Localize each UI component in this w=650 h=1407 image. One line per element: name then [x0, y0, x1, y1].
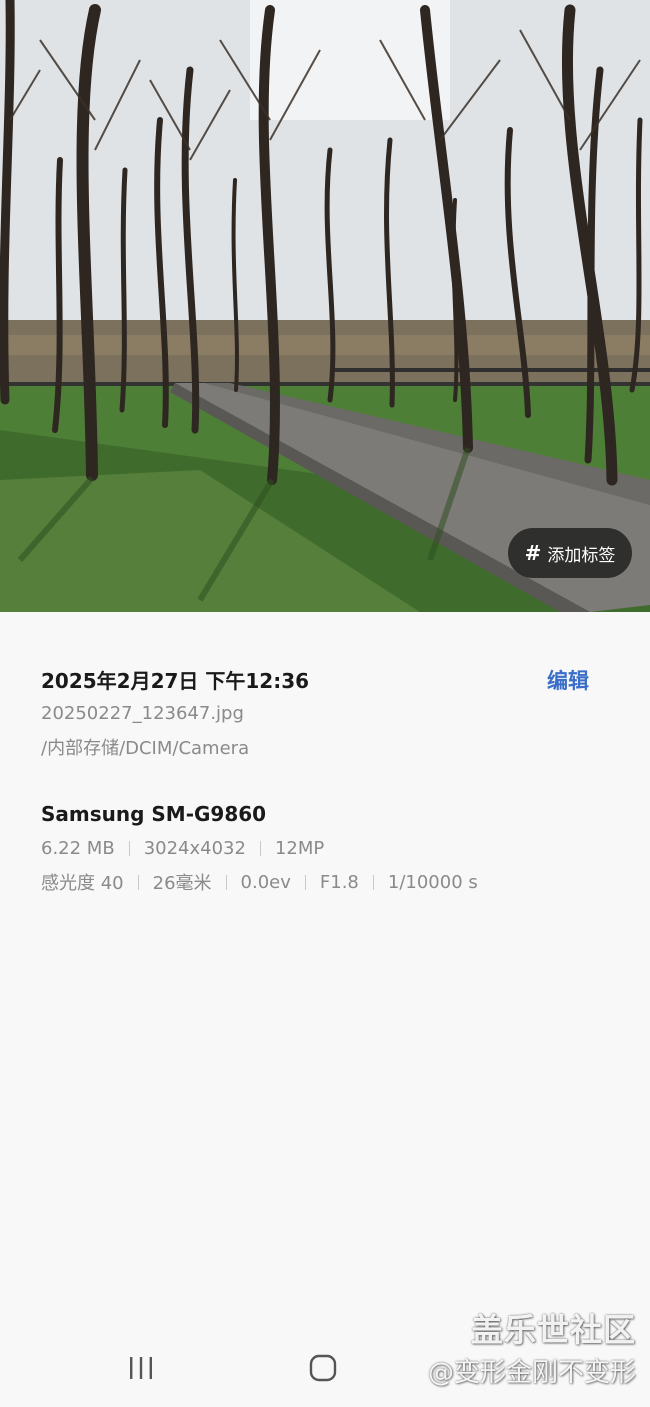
divider	[372, 874, 374, 890]
aperture-value: F1.8	[319, 871, 359, 893]
divider	[128, 841, 130, 856]
edit-button[interactable]: 编辑	[547, 665, 589, 695]
file-path: /内部存储/DCIM/Camera	[41, 738, 250, 759]
watermark-community: 盖乐世社区	[470, 1311, 636, 1349]
add-tag-label: 添加标签	[547, 545, 616, 566]
divider	[259, 841, 261, 856]
divider	[304, 874, 306, 890]
photo-details-panel: 2025年2月27日 下午12:36 编辑 20250227_123647.jp…	[0, 612, 650, 1302]
photo-image	[0, 0, 650, 612]
watermark-author: @变形金刚不变形	[427, 1358, 636, 1388]
recents-button[interactable]	[121, 1348, 161, 1388]
focal-length: 26毫米	[152, 873, 212, 894]
hashtag-icon: #	[524, 541, 542, 565]
divider	[137, 874, 139, 890]
photo-preview[interactable]: # 添加标签	[0, 0, 650, 612]
file-info-row: 6.22 MB 3024x4032 12MP	[41, 838, 324, 859]
file-size: 6.22 MB	[41, 838, 115, 859]
file-name: 20250227_123647.jpg	[41, 703, 244, 724]
shutter-speed: 1/10000 s	[387, 871, 478, 893]
iso-value: 感光度 40	[41, 873, 124, 894]
photo-datetime: 2025年2月27日 下午12:36	[41, 669, 310, 693]
megapixels: 12MP	[274, 838, 325, 859]
home-icon	[309, 1354, 337, 1382]
image-resolution: 3024x4032	[143, 838, 246, 859]
camera-device: Samsung SM-G9860	[41, 802, 267, 826]
home-button[interactable]	[303, 1348, 343, 1388]
add-tag-button[interactable]: # 添加标签	[508, 528, 632, 578]
divider	[225, 874, 227, 890]
exposure-info-row: 感光度 40 26毫米 0.0ev F1.8 1/10000 s	[41, 869, 478, 895]
recents-icon	[130, 1357, 152, 1379]
exposure-value: 0.0ev	[240, 871, 291, 893]
